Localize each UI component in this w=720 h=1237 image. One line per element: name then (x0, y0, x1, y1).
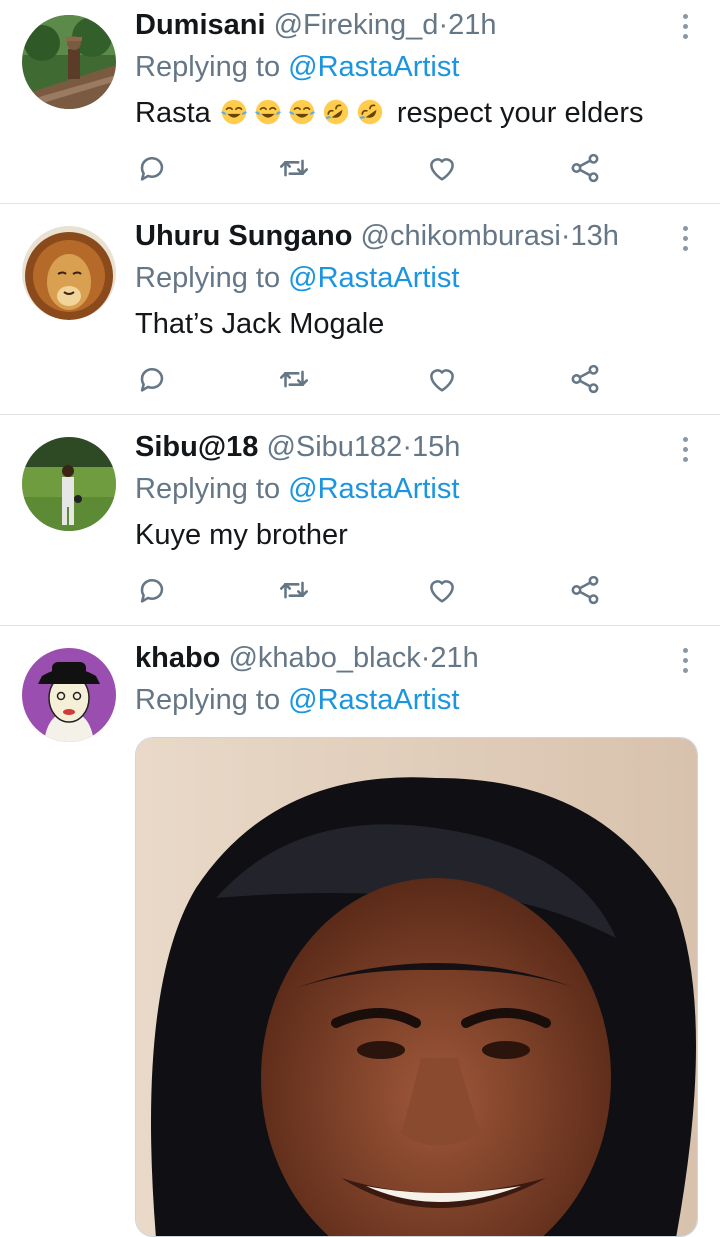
attached-photo[interactable] (135, 737, 698, 1237)
user-handle[interactable]: @Sibu182 (266, 431, 402, 463)
tweet-header: Dumisani @Fireking_d·21h (135, 6, 680, 44)
tweet-header: Uhuru Sungano @chikomburasi·13h (135, 217, 680, 255)
avatar[interactable] (22, 437, 116, 531)
tweet-actions (135, 151, 615, 185)
mention-link[interactable]: @RastaArtist (288, 473, 459, 505)
tweet-card[interactable]: Uhuru Sungano @chikomburasi·13h Replying… (0, 204, 720, 415)
replying-to: Replying to @RastaArtist (135, 470, 680, 508)
replying-prefix: Replying to (135, 51, 281, 83)
retweet-icon[interactable] (277, 573, 311, 607)
replying-prefix: Replying to (135, 262, 281, 294)
tweet-text: Rasta respect your elders (135, 94, 680, 132)
separator: · (402, 431, 412, 463)
mention-link[interactable]: @RastaArtist (288, 51, 459, 83)
share-icon[interactable] (568, 573, 602, 607)
tweet-header: Sibu@18 @Sibu182·15h (135, 428, 680, 466)
tweet-actions (135, 573, 615, 607)
tweet-card[interactable]: Dumisani @Fireking_d·21h Replying to @Ra… (0, 0, 720, 204)
replying-prefix: Replying to (135, 473, 281, 505)
separator: · (420, 642, 431, 674)
user-handle[interactable]: @khabo_black (228, 642, 420, 674)
timestamp[interactable]: 15h (412, 431, 460, 463)
display-name[interactable]: Uhuru Sungano (135, 220, 352, 252)
tears-of-joy-emoji-icon (287, 97, 317, 127)
timestamp[interactable]: 21h (430, 642, 478, 674)
replying-to: Replying to @RastaArtist (135, 48, 680, 86)
heart-icon[interactable] (425, 151, 459, 185)
mention-link[interactable]: @RastaArtist (288, 684, 459, 716)
user-handle[interactable]: @chikomburasi (361, 220, 561, 252)
separator: · (560, 220, 571, 252)
avatar[interactable] (22, 15, 116, 109)
more-options-icon[interactable] (678, 437, 692, 467)
tears-of-joy-emoji-icon (253, 97, 283, 127)
rolling-laughing-emoji-icon (355, 97, 385, 127)
display-name[interactable]: Sibu@18 (135, 431, 258, 463)
retweet-icon[interactable] (277, 151, 311, 185)
heart-icon[interactable] (425, 362, 459, 396)
separator: · (438, 9, 449, 41)
tweet-text-end: respect your elders (396, 97, 644, 129)
more-options-icon[interactable] (678, 648, 692, 678)
mention-link[interactable]: @RastaArtist (288, 262, 459, 294)
reply-icon[interactable] (135, 151, 169, 185)
share-icon[interactable] (568, 151, 602, 185)
tears-of-joy-emoji-icon (219, 97, 249, 127)
rolling-laughing-emoji-icon (321, 97, 351, 127)
display-name[interactable]: khabo (135, 642, 220, 674)
timestamp[interactable]: 13h (571, 220, 619, 252)
timestamp[interactable]: 21h (448, 9, 496, 41)
avatar[interactable] (22, 226, 116, 320)
user-handle[interactable]: @Fireking_d (274, 9, 439, 41)
reply-icon[interactable] (135, 362, 169, 396)
share-icon[interactable] (568, 362, 602, 396)
tweet-actions (135, 362, 615, 396)
heart-icon[interactable] (425, 573, 459, 607)
avatar[interactable] (22, 648, 116, 742)
replying-to: Replying to @RastaArtist (135, 259, 680, 297)
reply-icon[interactable] (135, 573, 169, 607)
tweet-text-start: Rasta (135, 97, 211, 129)
retweet-icon[interactable] (277, 362, 311, 396)
display-name[interactable]: Dumisani (135, 9, 266, 41)
more-options-icon[interactable] (678, 226, 692, 256)
tweet-card[interactable]: Sibu@18 @Sibu182·15h Replying to @RastaA… (0, 415, 720, 626)
tweet-text: That’s Jack Mogale (135, 308, 385, 340)
replying-prefix: Replying to (135, 684, 281, 716)
replying-to: Replying to @RastaArtist (135, 681, 680, 719)
tweet-text: Kuye my brother (135, 519, 348, 551)
more-options-icon[interactable] (678, 14, 692, 44)
tweet-header: khabo @khabo_black·21h (135, 639, 680, 677)
